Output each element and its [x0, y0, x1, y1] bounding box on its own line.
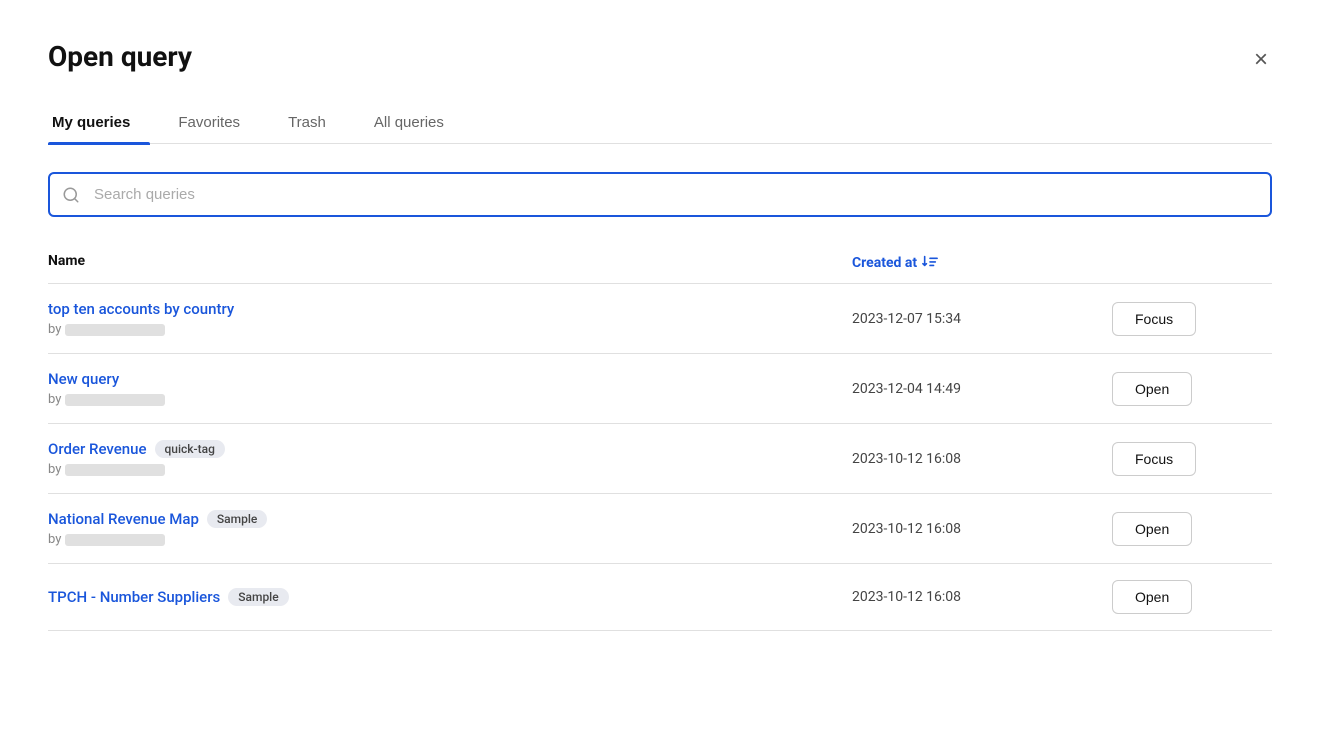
table-row: New query by 2023-12-04 14:49 Open	[48, 354, 1272, 424]
table-row: TPCH - Number Suppliers Sample 2023-10-1…	[48, 564, 1272, 631]
row-info: Order Revenue quick-tag by	[48, 440, 852, 477]
tabs-bar: My queries Favorites Trash All queries	[48, 104, 1272, 144]
close-button[interactable]: ×	[1250, 44, 1272, 76]
table-header: Name Created at	[48, 245, 1272, 284]
row-date: 2023-10-12 16:08	[852, 451, 1112, 467]
query-tag: Sample	[228, 588, 288, 606]
row-author: by	[48, 532, 852, 547]
row-info: National Revenue Map Sample by	[48, 510, 852, 547]
dialog-title: Open query	[48, 40, 192, 73]
dialog-header: Open query ×	[48, 40, 1272, 76]
search-input[interactable]	[48, 172, 1272, 217]
tab-all-queries[interactable]: All queries	[370, 104, 464, 143]
author-bar	[65, 324, 165, 336]
row-date: 2023-10-12 16:08	[852, 521, 1112, 537]
col-header-name: Name	[48, 253, 852, 273]
tab-trash[interactable]: Trash	[284, 104, 346, 143]
tab-my-queries[interactable]: My queries	[48, 104, 150, 143]
author-bar	[65, 534, 165, 546]
row-author: by	[48, 392, 852, 407]
col-header-created-at[interactable]: Created at	[852, 253, 1112, 273]
row-action: Open	[1112, 512, 1272, 546]
query-title-link[interactable]: TPCH - Number Suppliers Sample	[48, 588, 852, 606]
author-bar	[65, 464, 165, 476]
table-row: Order Revenue quick-tag by 2023-10-12 16…	[48, 424, 1272, 494]
author-bar	[65, 394, 165, 406]
row-action: Focus	[1112, 442, 1272, 476]
query-title-link[interactable]: Order Revenue quick-tag	[48, 440, 852, 458]
col-header-action	[1112, 253, 1272, 273]
row-action: Focus	[1112, 302, 1272, 336]
query-title-link[interactable]: top ten accounts by country	[48, 300, 852, 318]
query-title-link[interactable]: National Revenue Map Sample	[48, 510, 852, 528]
open-button[interactable]: Open	[1112, 580, 1192, 614]
row-author: by	[48, 322, 852, 337]
open-query-dialog: Open query × My queries Favorites Trash …	[0, 0, 1320, 730]
row-info: TPCH - Number Suppliers Sample	[48, 588, 852, 606]
sort-icon	[921, 253, 939, 273]
query-tag: Sample	[207, 510, 267, 528]
row-date: 2023-10-12 16:08	[852, 589, 1112, 605]
row-info: New query by	[48, 370, 852, 407]
query-title-link[interactable]: New query	[48, 370, 852, 388]
row-date: 2023-12-04 14:49	[852, 381, 1112, 397]
search-wrapper	[48, 172, 1272, 217]
query-tag: quick-tag	[155, 440, 225, 458]
focus-button[interactable]: Focus	[1112, 442, 1196, 476]
table-row: top ten accounts by country by 2023-12-0…	[48, 284, 1272, 354]
row-author: by	[48, 462, 852, 477]
open-button[interactable]: Open	[1112, 512, 1192, 546]
focus-button[interactable]: Focus	[1112, 302, 1196, 336]
row-action: Open	[1112, 580, 1272, 614]
row-date: 2023-12-07 15:34	[852, 311, 1112, 327]
tab-favorites[interactable]: Favorites	[174, 104, 260, 143]
row-action: Open	[1112, 372, 1272, 406]
queries-table: Name Created at top ten accounts by coun…	[48, 245, 1272, 631]
open-button[interactable]: Open	[1112, 372, 1192, 406]
row-info: top ten accounts by country by	[48, 300, 852, 337]
table-row: National Revenue Map Sample by 2023-10-1…	[48, 494, 1272, 564]
search-icon	[62, 186, 80, 204]
